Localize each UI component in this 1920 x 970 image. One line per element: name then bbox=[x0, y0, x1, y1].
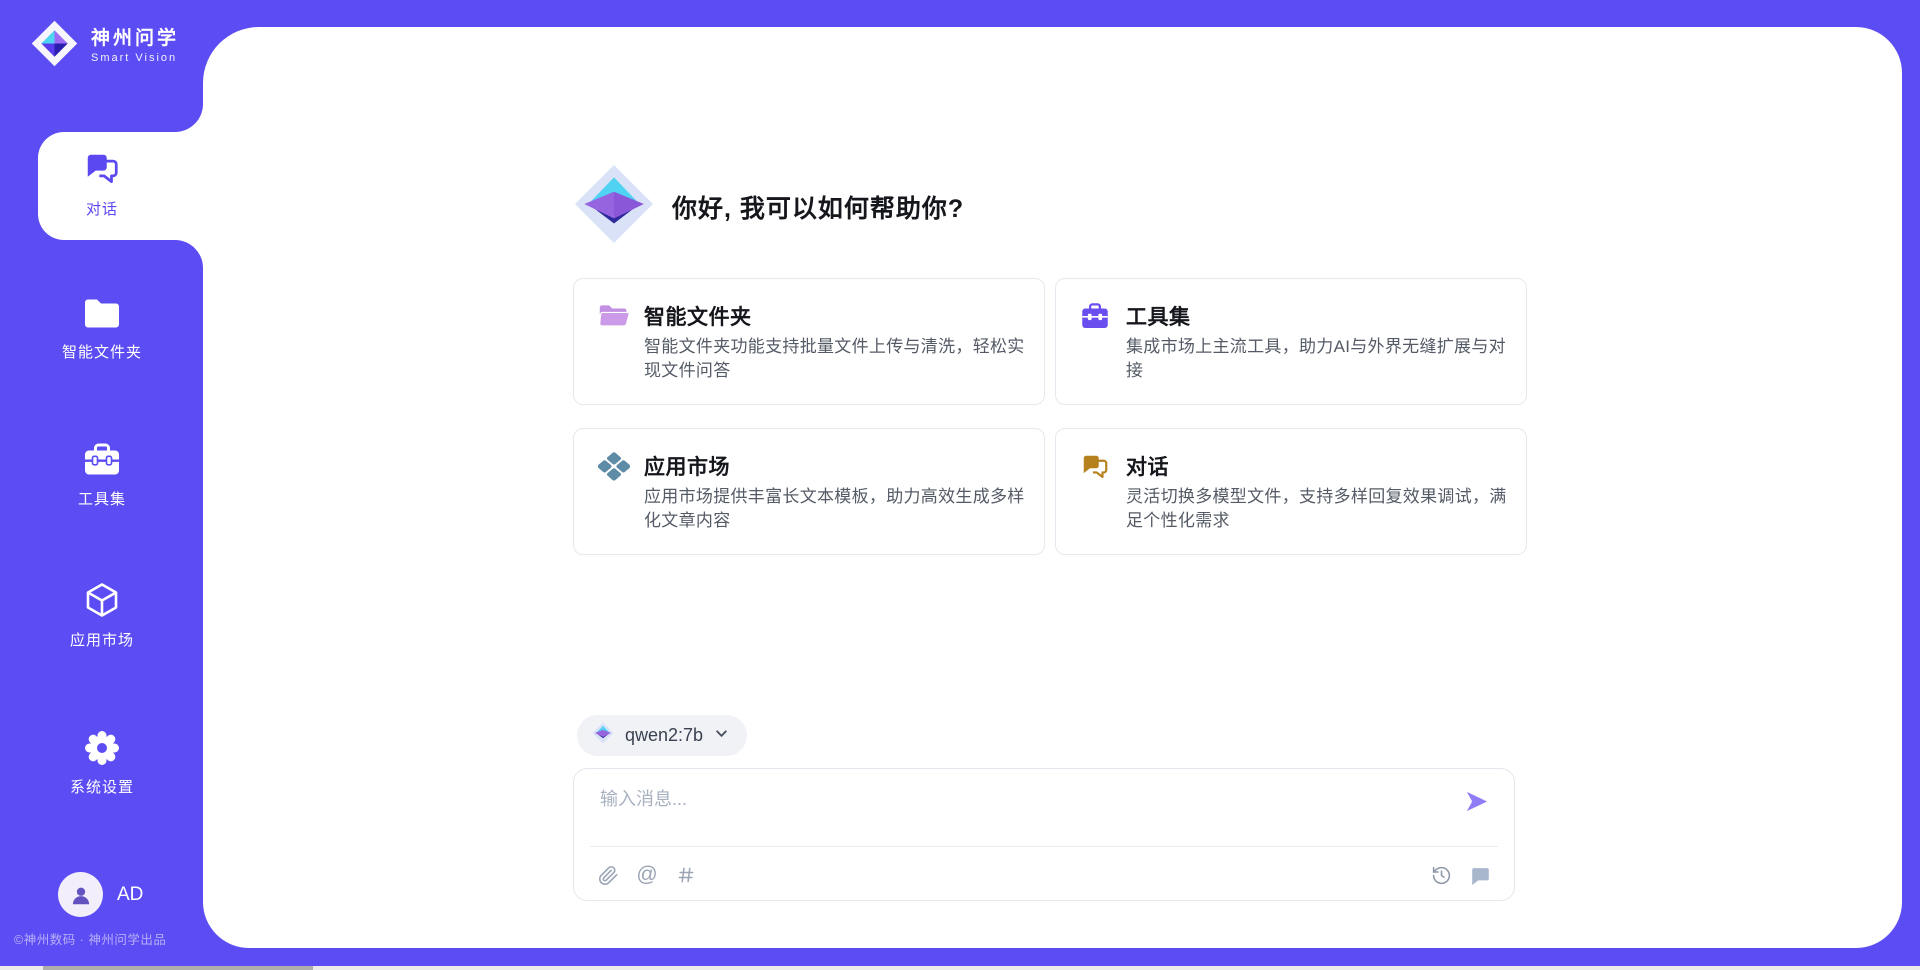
feature-cards: 智能文件夹 智能文件夹功能支持批量文件上传与清洗，轻松实现文件问答 工具集 集成… bbox=[573, 278, 1527, 555]
message-input[interactable] bbox=[598, 782, 1402, 816]
grid-cube-icon bbox=[598, 452, 628, 480]
card-description: 智能文件夹功能支持批量文件上传与清洗，轻松实现文件问答 bbox=[644, 335, 1028, 383]
open-folder-icon bbox=[598, 302, 628, 330]
model-selector[interactable]: qwen2:7b bbox=[577, 715, 747, 756]
greeting-diamond-icon bbox=[573, 163, 655, 245]
message-composer: @ bbox=[573, 768, 1515, 901]
avatar bbox=[58, 872, 103, 917]
card-smart-folders[interactable]: 智能文件夹 智能文件夹功能支持批量文件上传与清洗，轻松实现文件问答 bbox=[573, 278, 1045, 405]
card-title: 应用市场 bbox=[644, 451, 730, 481]
sidebar-item-label: 应用市场 bbox=[70, 629, 134, 650]
gear-icon bbox=[82, 728, 122, 768]
hashtag-button[interactable] bbox=[674, 863, 698, 887]
cube-icon bbox=[82, 581, 122, 621]
model-name: qwen2:7b bbox=[625, 725, 703, 746]
chat-bubbles-icon bbox=[1080, 452, 1110, 480]
at-icon: @ bbox=[636, 863, 657, 887]
sidebar-item-settings[interactable]: 系统设置 bbox=[0, 728, 204, 797]
card-app-market[interactable]: 应用市场 应用市场提供丰富长文本模板，助力高效生成多样化文章内容 bbox=[573, 428, 1045, 555]
card-description: 灵活切换多模型文件，支持多样回复效果调试，满足个性化需求 bbox=[1126, 485, 1510, 533]
card-title: 智能文件夹 bbox=[644, 301, 752, 331]
briefcase-icon bbox=[82, 440, 122, 480]
greeting-text: 你好, 我可以如何帮助你? bbox=[672, 189, 964, 225]
app-logo: 神州问学 Smart Vision bbox=[30, 20, 179, 72]
folder-icon bbox=[82, 293, 122, 333]
sidebar-item-label: 智能文件夹 bbox=[62, 341, 142, 362]
user-initials: AD bbox=[117, 884, 143, 906]
sidebar-item-tools[interactable]: 工具集 bbox=[0, 440, 204, 509]
chevron-down-icon bbox=[714, 726, 729, 746]
user-account[interactable]: AD bbox=[58, 872, 143, 917]
tab-notch-top bbox=[175, 104, 203, 132]
card-description: 应用市场提供丰富长文本模板，助力高效生成多样化文章内容 bbox=[644, 485, 1028, 533]
mention-button[interactable]: @ bbox=[635, 863, 659, 887]
card-chat[interactable]: 对话 灵活切换多模型文件，支持多样回复效果调试，满足个性化需求 bbox=[1055, 428, 1527, 555]
app-name: 神州问学 bbox=[91, 27, 179, 51]
tab-notch-bottom bbox=[175, 240, 203, 268]
copyright-footer: ©神州数码 · 神州问学出品 bbox=[14, 929, 204, 948]
horizontal-scrollbar-thumb[interactable] bbox=[43, 966, 313, 970]
sidebar-item-label: 对话 bbox=[86, 198, 118, 219]
sidebar-item-chat[interactable]: 对话 bbox=[38, 132, 208, 240]
sidebar-item-label: 工具集 bbox=[78, 488, 126, 509]
history-button[interactable] bbox=[1429, 863, 1453, 887]
attach-file-button[interactable] bbox=[596, 863, 620, 887]
chat-bubbles-icon bbox=[82, 149, 122, 189]
card-title: 工具集 bbox=[1126, 301, 1191, 331]
card-toolset[interactable]: 工具集 集成市场上主流工具，助力AI与外界无缝扩展与对接 bbox=[1055, 278, 1527, 405]
app-subtitle: Smart Vision bbox=[91, 51, 179, 65]
send-icon[interactable] bbox=[1463, 788, 1490, 815]
card-description: 集成市场上主流工具，助力AI与外界无缝扩展与对接 bbox=[1126, 335, 1510, 383]
card-title: 对话 bbox=[1126, 451, 1169, 481]
composer-divider bbox=[590, 846, 1498, 847]
sidebar-item-folders[interactable]: 智能文件夹 bbox=[0, 293, 204, 362]
model-diamond-icon bbox=[592, 722, 614, 749]
chat-mode-button[interactable] bbox=[1468, 863, 1492, 887]
briefcase-icon bbox=[1080, 302, 1110, 330]
sidebar-item-market[interactable]: 应用市场 bbox=[0, 581, 204, 650]
brand-diamond-icon bbox=[30, 20, 79, 72]
sidebar-item-label: 系统设置 bbox=[70, 776, 134, 797]
